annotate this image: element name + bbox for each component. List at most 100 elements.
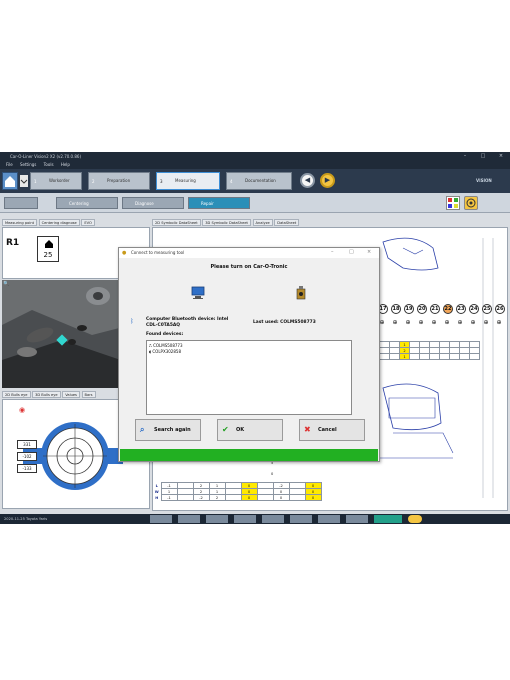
target-icon [466, 198, 476, 208]
lwh-table: L -1 2 1 0 -2 0 W 1 2 1 0 0 0 H -1 -2 2 0 0 0 [153, 482, 322, 501]
confirm-arrow-button[interactable] [374, 515, 402, 523]
tab-evo[interactable]: EVO [81, 219, 95, 226]
table-cell [419, 353, 430, 360]
table-cell: 0 [304, 494, 322, 501]
computer-icon [191, 286, 205, 299]
substep-diagnose[interactable]: Diagnose [122, 197, 184, 209]
dialog-title-bar: Connect to measuring tool [119, 248, 379, 258]
window-title: Car-O-Liner Vision2 X2 (v2.70.0.86) [10, 154, 82, 159]
point-number[interactable]: 19 [404, 304, 414, 314]
list-item[interactable]: ◖ COLPX302858 [149, 349, 349, 355]
arrow-right-icon: ▶ [324, 176, 331, 184]
home-button[interactable] [2, 172, 18, 190]
substep-label: Centering [69, 201, 89, 206]
point-symbol-icon: ⊕ [392, 319, 398, 326]
view-button[interactable] [4, 197, 38, 209]
zoom-icon[interactable]: 🔍 [3, 281, 9, 287]
step-label: Workorder [49, 178, 70, 183]
house-icon [45, 240, 53, 248]
progress-bar [120, 449, 378, 461]
point-value: 25 [43, 251, 53, 259]
value-long: 331 [17, 440, 37, 449]
forward-button[interactable]: ▶ [320, 173, 335, 188]
step-number: 2 [92, 179, 95, 184]
row-label: H [155, 495, 159, 500]
step-workorder[interactable]: 1 Workorder [30, 172, 82, 190]
status-text: 2020-11-25 Toyota Yaris [4, 517, 48, 521]
step-measuring[interactable]: 3 Measuring [156, 172, 220, 190]
tab-2d-symbolic[interactable]: 2D Symbolic DataSheet [152, 219, 201, 226]
maximize-button[interactable]: □ [474, 152, 492, 161]
arrow-left-icon: ◀ [304, 176, 311, 184]
device-list[interactable]: ⎍ COLMS508773 ◖ COLPX302858 [146, 340, 352, 415]
table-cell [379, 353, 390, 360]
cancel-button[interactable]: ✖ Cancel [299, 419, 365, 441]
tab-values[interactable]: Values [62, 391, 80, 398]
point-symbol-icon: ⊕ [431, 319, 437, 326]
toolbar-button[interactable] [262, 515, 284, 523]
palette-button[interactable] [446, 196, 460, 210]
table-cell: 1 [399, 353, 410, 360]
substep-repair[interactable]: Repair [188, 197, 250, 209]
point-number[interactable]: 26 [495, 304, 505, 314]
point-number[interactable]: 20 [417, 304, 427, 314]
point-number[interactable]: 23 [456, 304, 466, 314]
table-cell [256, 494, 274, 501]
point-number[interactable]: 24 [469, 304, 479, 314]
value-height: -133 [17, 464, 37, 473]
point-symbol-icon: ⊕ [470, 319, 476, 326]
menu-help[interactable]: Help [61, 162, 70, 167]
back-button[interactable]: ◀ [300, 173, 315, 188]
toolbar-button[interactable] [178, 515, 200, 523]
toolbar-button[interactable] [346, 515, 368, 523]
toolbar-button[interactable] [290, 515, 312, 523]
tab-bars[interactable]: Bars [81, 391, 96, 398]
minimize-button[interactable]: – [456, 152, 474, 161]
point-symbol-icon: ⊕ [418, 319, 424, 326]
tab-datasheet[interactable]: DataSheet [274, 219, 300, 226]
table-cell: -1 [160, 494, 178, 501]
tab-3d-bulls-eye[interactable]: 3D Bulls eye [32, 391, 61, 398]
cancel-label: Cancel [318, 427, 337, 433]
last-used: Last used: COLMS508773 [253, 320, 316, 325]
point-number[interactable]: 18 [391, 304, 401, 314]
table-cell [389, 353, 400, 360]
ok-button[interactable]: ✔ OK [217, 419, 283, 441]
dialog-minimize-button[interactable]: – [331, 249, 334, 255]
toolbar-button[interactable] [318, 515, 340, 523]
help-button[interactable] [408, 515, 422, 523]
menu-file[interactable]: File [6, 162, 13, 167]
tab-measuring-point[interactable]: Measuring point [2, 219, 38, 226]
target-button[interactable] [464, 196, 478, 210]
check-icon: ✔ [222, 425, 229, 434]
point-number[interactable]: 22 [443, 304, 453, 314]
tab-centering-diagnose[interactable]: Centering diagnose [38, 219, 80, 226]
menu-settings[interactable]: Settings [20, 162, 36, 167]
step-label: Preparation [107, 178, 131, 183]
workflow-bar: 1 Workorder 2 Preparation 3 Measuring 4 … [0, 169, 510, 193]
tab-analyze[interactable]: Analyze [252, 219, 273, 226]
point-number[interactable]: 25 [482, 304, 492, 314]
bottom-toolbar [150, 515, 502, 523]
connect-dialog: Connect to measuring tool ● – □ × Please… [118, 247, 380, 462]
toolbar-button[interactable] [206, 515, 228, 523]
dropdown-button[interactable] [20, 175, 28, 187]
dialog-close-button[interactable]: × [367, 249, 371, 255]
step-preparation[interactable]: 2 Preparation [88, 172, 150, 190]
point-name: R1 [6, 238, 20, 248]
app-icon: ● [122, 250, 127, 256]
bt-device-line2: CDL-C0TA5AQ [146, 323, 181, 328]
point-number[interactable]: 21 [430, 304, 440, 314]
menu-tools[interactable]: Tools [44, 162, 54, 167]
substep-centering[interactable]: Centering [56, 197, 118, 209]
toolbar-button[interactable] [150, 515, 172, 523]
tab-2d-bulls-eye[interactable]: 2D Bulls eye [2, 391, 31, 398]
table-cell [176, 494, 194, 501]
tab-3d-symbolic[interactable]: 3D Symbolic DataSheet [202, 219, 251, 226]
step-documentation[interactable]: 4 Documentation [226, 172, 292, 190]
close-window-button[interactable]: × [492, 152, 510, 161]
dialog-maximize-button[interactable]: □ [349, 249, 354, 255]
toolbar-button[interactable] [234, 515, 256, 523]
dialog-title: Connect to measuring tool [131, 250, 185, 255]
search-again-button[interactable]: ⌕ Search again [135, 419, 201, 441]
